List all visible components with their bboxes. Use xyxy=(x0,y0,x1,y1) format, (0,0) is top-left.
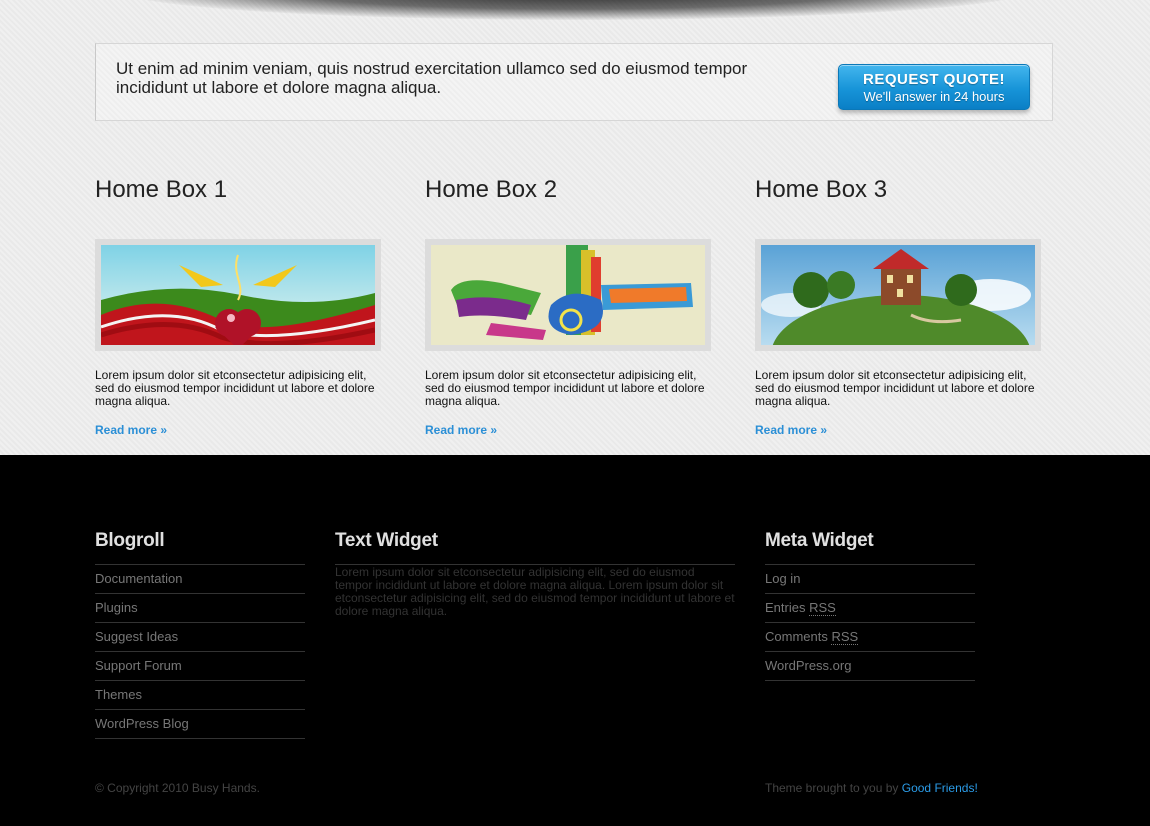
home-box-title: Home Box 3 xyxy=(755,176,888,203)
heart-artwork-image xyxy=(101,245,375,345)
meta-link-label: Log in xyxy=(765,571,801,586)
meta-link-comments-rss[interactable]: Comments RSS xyxy=(765,629,859,645)
list-item: Plugins xyxy=(95,594,305,623)
list-item: WordPress Blog xyxy=(95,710,305,739)
rss-abbr: RSS xyxy=(809,600,836,616)
home-box-1: Home Box 1 Lorem ipsum dolor sit etconse… xyxy=(95,175,385,437)
blogroll-link-wordpress-blog[interactable]: WordPress Blog xyxy=(95,716,189,731)
request-quote-sublabel: We'll answer in 24 hours xyxy=(863,89,1005,104)
home-box-title: Home Box 2 xyxy=(425,176,558,203)
footer: Blogroll Documentation Plugins Suggest I… xyxy=(0,455,1150,826)
home-box-3: Home Box 3 Lorem ipsum dolor sit etconse… xyxy=(755,175,1045,437)
meta-link-wordpress-org[interactable]: WordPress.org xyxy=(765,658,851,673)
meta-link-label: Comments xyxy=(765,629,832,644)
list-item: Suggest Ideas xyxy=(95,623,305,652)
meta-widget-title: Meta Widget xyxy=(765,530,874,551)
meta-list: Log in Entries RSS Comments RSS WordPres… xyxy=(765,564,975,681)
read-more-link[interactable]: Read more » xyxy=(755,423,827,437)
credit-text: Theme brought to you by xyxy=(765,781,902,795)
text-widget-title: Text Widget xyxy=(335,530,438,551)
home-box-1-image[interactable] xyxy=(95,239,381,351)
list-item: Comments RSS xyxy=(765,623,975,652)
home-box-text: Lorem ipsum dolor sit etconsectetur adip… xyxy=(755,368,1035,408)
home-box-text: Lorem ipsum dolor sit etconsectetur adip… xyxy=(95,368,375,408)
blogroll-link-themes[interactable]: Themes xyxy=(95,687,142,702)
content-area: Ut enim ad minim veniam, quis nostrud ex… xyxy=(0,0,1150,455)
request-quote-button[interactable]: REQUEST QUOTE! We'll answer in 24 hours xyxy=(838,64,1030,110)
home-box-2-image[interactable] xyxy=(425,239,711,351)
house-planet-artwork-image xyxy=(761,245,1035,345)
blogroll-link-documentation[interactable]: Documentation xyxy=(95,571,182,586)
list-item: Themes xyxy=(95,681,305,710)
blogroll-link-suggest-ideas[interactable]: Suggest Ideas xyxy=(95,629,178,644)
blogroll-title: Blogroll xyxy=(95,530,165,551)
list-item: WordPress.org xyxy=(765,652,975,681)
text-widget-body: Lorem ipsum dolor sit etconsectetur adip… xyxy=(335,565,735,618)
read-more-link[interactable]: Read more » xyxy=(425,423,497,437)
blogroll-list: Documentation Plugins Suggest Ideas Supp… xyxy=(95,564,305,739)
theme-credit: Theme brought to you by Good Friends! xyxy=(765,781,978,795)
meta-link-label: Entries xyxy=(765,600,810,615)
read-more-link[interactable]: Read more » xyxy=(95,423,167,437)
text-widget: Text Widget Lorem ipsum dolor sit etcons… xyxy=(335,530,735,618)
home-box-text: Lorem ipsum dolor sit etconsectetur adip… xyxy=(425,368,705,408)
list-item: Documentation xyxy=(95,565,305,594)
list-item: Entries RSS xyxy=(765,594,975,623)
meta-widget: Meta Widget Log in Entries RSS Comments … xyxy=(765,530,975,681)
quote-banner: Ut enim ad minim veniam, quis nostrud ex… xyxy=(95,43,1053,121)
blogroll-link-support-forum[interactable]: Support Forum xyxy=(95,658,182,673)
home-box-title: Home Box 1 xyxy=(95,176,228,203)
meta-link-label: WordPress.org xyxy=(765,658,852,673)
meta-link-entries-rss[interactable]: Entries RSS xyxy=(765,600,836,616)
rss-abbr: RSS xyxy=(831,629,859,645)
blogroll-link-plugins[interactable]: Plugins xyxy=(95,600,138,615)
3d-letters-artwork-image xyxy=(431,245,705,345)
good-friends-link[interactable]: Good Friends! xyxy=(902,781,978,795)
slider-shadow xyxy=(120,0,1030,20)
copyright-text: © Copyright 2010 Busy Hands. xyxy=(95,781,260,795)
blogroll-widget: Blogroll Documentation Plugins Suggest I… xyxy=(95,530,305,739)
quote-text: Ut enim ad minim veniam, quis nostrud ex… xyxy=(116,59,748,97)
meta-link-log-in[interactable]: Log in xyxy=(765,571,800,586)
home-box-2: Home Box 2 Lorem ipsum dolor sit etconse… xyxy=(425,175,715,437)
list-item: Log in xyxy=(765,565,975,594)
list-item: Support Forum xyxy=(95,652,305,681)
request-quote-label: REQUEST QUOTE! xyxy=(862,71,1005,88)
home-box-3-image[interactable] xyxy=(755,239,1041,351)
